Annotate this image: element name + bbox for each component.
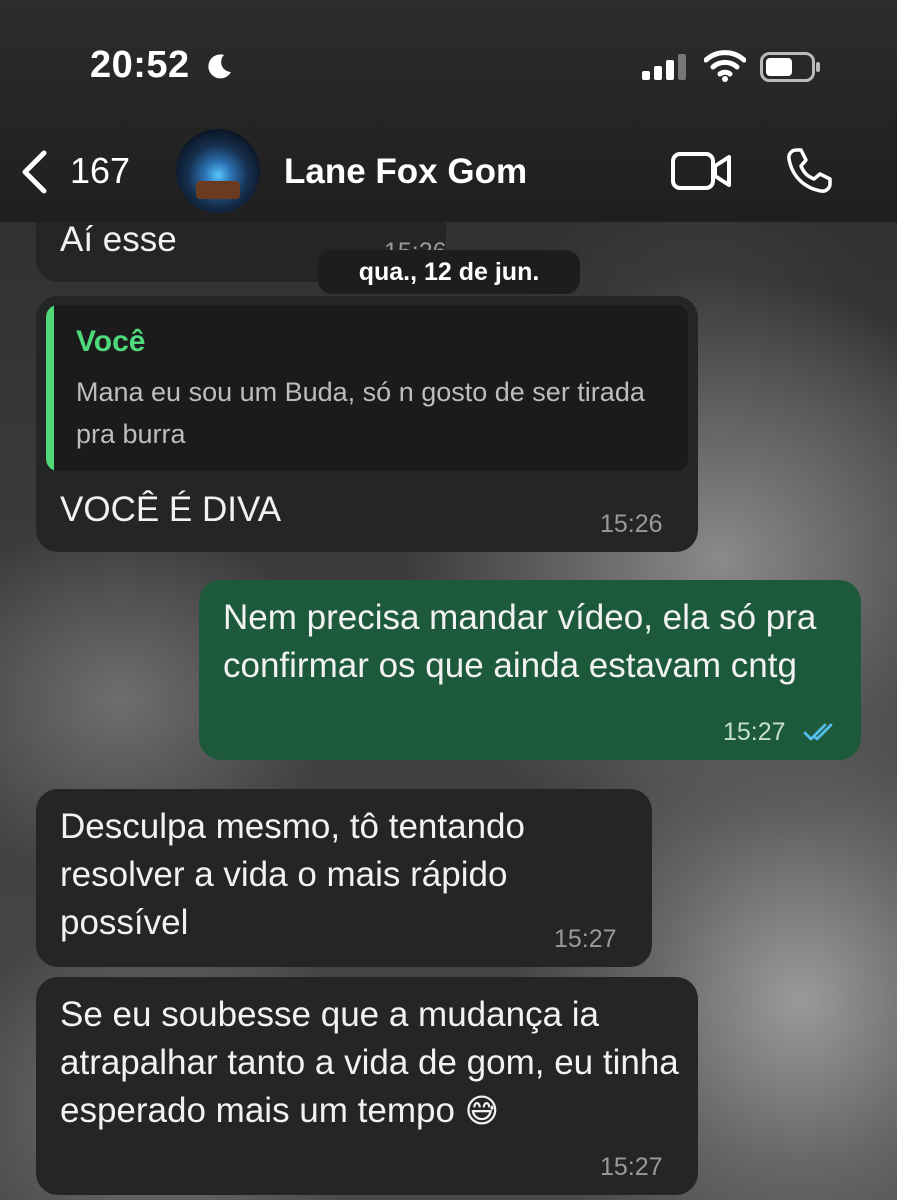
date-separator: qua., 12 de jun. [318, 250, 580, 294]
chevron-left-icon[interactable] [20, 150, 48, 194]
message-bubble-outgoing[interactable]: Nem precisa mandar vídeo, ela só pra con… [199, 580, 861, 760]
grinning-sweat-emoji: 😅 [464, 1092, 500, 1129]
chat-header: 20:52 167 Lane Fox Gom [0, 0, 897, 222]
message-text: Nem precisa mandar vídeo, ela só pra con… [223, 598, 827, 685]
moon-icon [208, 54, 231, 79]
message-bubble[interactable]: Desculpa mesmo, tô tentando resolver a v… [36, 789, 652, 967]
message-time: 15:27 [554, 925, 617, 953]
message-text: Aí esse [60, 220, 177, 259]
message-bubble[interactable]: Se eu soubesse que a mudança ia atrapalh… [36, 977, 698, 1195]
message-time: 15:27 [600, 1153, 663, 1181]
quoted-message[interactable]: Você Mana eu sou um Buda, só n gosto de … [46, 305, 688, 471]
status-time: 20:52 [90, 44, 190, 86]
phone-call-icon[interactable] [784, 146, 834, 196]
message-text: Desculpa mesmo, tô tentando resolver a v… [60, 807, 535, 942]
back-unread-count[interactable]: 167 [70, 150, 130, 192]
contact-name[interactable]: Lane Fox Gom [284, 152, 527, 192]
message-time: 15:26 [600, 510, 663, 538]
wifi-icon [704, 50, 746, 82]
avatar[interactable] [176, 129, 260, 213]
video-call-icon[interactable] [670, 150, 732, 192]
cellular-signal-icon [642, 54, 686, 80]
double-check-icon [803, 723, 833, 741]
quote-text: Mana eu sou um Buda, só n gosto de ser t… [76, 377, 645, 449]
message-text: VOCÊ É DIVA [60, 490, 282, 529]
message-text-body: Se eu soubesse que a mudança ia atrapalh… [60, 995, 689, 1130]
quote-author: Você [76, 325, 146, 358]
quote-accent-bar [46, 305, 54, 471]
message-time: 15:27 [723, 718, 786, 746]
message-text: Se eu soubesse que a mudança ia atrapalh… [60, 991, 680, 1135]
battery-icon [760, 52, 820, 82]
